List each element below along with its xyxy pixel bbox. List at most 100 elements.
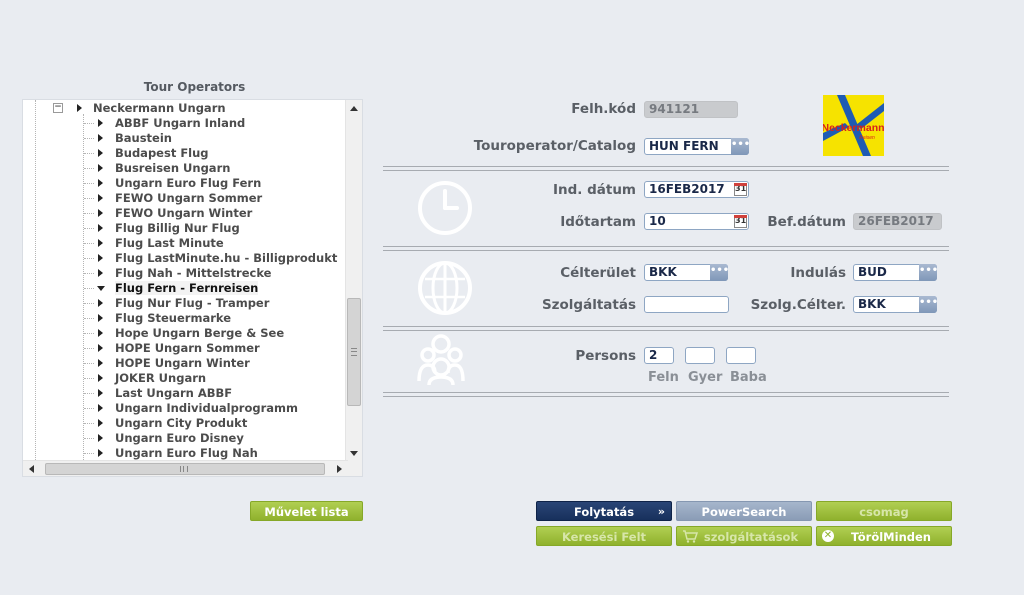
service-label: Szolgáltatás xyxy=(541,297,636,313)
tree-item-label: Flug Steuermarke xyxy=(115,311,232,325)
caret-right-icon[interactable] xyxy=(98,239,103,247)
tree-connector xyxy=(84,333,94,334)
caret-down-icon[interactable] xyxy=(97,286,105,291)
tree-connector xyxy=(84,258,94,259)
caret-right-icon[interactable] xyxy=(98,449,103,457)
touroperator-label: Touroperator/Catalog xyxy=(473,138,636,154)
user-code-field: 941121 xyxy=(644,101,738,118)
ellipsis-icon[interactable]: ••• xyxy=(731,138,750,155)
caret-right-icon[interactable] xyxy=(98,164,103,172)
tree-connector xyxy=(84,213,94,214)
caret-right-icon[interactable] xyxy=(98,194,103,202)
tree-item-label: Ungarn Individualprogramm xyxy=(115,401,299,415)
tree-item-label: Flug Billig Nur Flug xyxy=(115,221,240,235)
caret-right-icon[interactable] xyxy=(98,224,103,232)
duration-field[interactable]: 10 31 xyxy=(644,213,749,230)
tree-body[interactable]: − Neckermann Ungarn ABBF Ungarn Inland Ba… xyxy=(23,100,348,462)
tree-connector xyxy=(84,438,94,439)
service-input[interactable] xyxy=(644,296,729,313)
tree-title: Tour Operators xyxy=(143,80,246,94)
tree-connector xyxy=(84,168,94,169)
tree-connector xyxy=(84,288,94,289)
double-chevron-icon: » xyxy=(657,505,665,518)
horizontal-scroll-thumb[interactable] xyxy=(45,463,325,475)
powersearch-button[interactable]: PowerSearch xyxy=(676,501,812,521)
tree-guide-line xyxy=(35,100,36,462)
children-input[interactable] xyxy=(685,347,715,364)
adults-input[interactable]: 2 xyxy=(644,347,674,364)
tree-connector xyxy=(84,408,94,409)
caret-right-icon[interactable] xyxy=(98,149,103,157)
ellipsis-icon[interactable]: ••• xyxy=(710,264,729,281)
tour-operator-tree[interactable]: − Neckermann Ungarn ABBF Ungarn Inland Ba… xyxy=(22,99,363,477)
tree-item-label: Flug Fern - Fernreisen xyxy=(115,281,259,295)
start-date-label: Ind. dátum xyxy=(552,182,636,198)
people-icon xyxy=(417,334,465,386)
scroll-down-icon[interactable] xyxy=(350,451,358,456)
tree-connector xyxy=(84,378,94,379)
tree-connector xyxy=(84,348,94,349)
section-divider xyxy=(383,246,949,251)
caret-right-icon[interactable] xyxy=(98,329,103,337)
tree-item-label: Ungarn Euro Flug Nah xyxy=(115,446,258,460)
ellipsis-icon[interactable]: ••• xyxy=(919,264,938,281)
action-list-button[interactable]: Művelet lista xyxy=(250,501,363,521)
tree-item-label: Ungarn Euro Disney xyxy=(115,431,244,445)
destination-value: BKK xyxy=(649,265,677,279)
tree-connector xyxy=(84,423,94,424)
delete-all-button[interactable]: ✕ TörölMinden xyxy=(816,526,952,546)
destination-select[interactable]: BKK ••• xyxy=(644,264,729,281)
caret-right-icon[interactable] xyxy=(98,419,103,427)
tree-item-label: Budapest Flug xyxy=(115,146,209,160)
caret-right-icon[interactable] xyxy=(98,299,103,307)
tree-connector xyxy=(84,198,94,199)
caret-right-icon[interactable] xyxy=(98,209,103,217)
services-button[interactable]: szolgáltatások xyxy=(676,526,812,546)
continue-button[interactable]: Folytatás » xyxy=(536,501,672,521)
caret-right-icon[interactable] xyxy=(98,404,103,412)
caret-right-icon[interactable] xyxy=(98,269,103,277)
departure-select[interactable]: BUD ••• xyxy=(853,264,938,281)
caret-right-icon[interactable] xyxy=(98,119,103,127)
caret-right-icon[interactable] xyxy=(98,359,103,367)
tree-connector xyxy=(84,243,94,244)
calendar-icon[interactable]: 31 xyxy=(734,183,747,196)
service-destination-label: Szolg.Célter. xyxy=(750,297,846,313)
section-divider xyxy=(383,166,949,171)
touroperator-select[interactable]: HUN FERN ••• xyxy=(644,138,750,155)
infants-input[interactable] xyxy=(726,347,756,364)
continue-label: Folytatás xyxy=(573,505,635,519)
vertical-scroll-thumb[interactable] xyxy=(347,298,361,406)
tree-connector xyxy=(84,183,94,184)
scroll-up-icon[interactable] xyxy=(350,106,358,111)
horizontal-scrollbar[interactable] xyxy=(23,460,348,476)
start-date-field[interactable]: 16FEB2017 31 xyxy=(644,181,749,198)
caret-right-icon[interactable] xyxy=(98,179,103,187)
departure-label: Indulás xyxy=(790,265,846,281)
vertical-scrollbar[interactable] xyxy=(345,100,362,462)
caret-right-icon[interactable] xyxy=(98,374,103,382)
ellipsis-icon[interactable]: ••• xyxy=(919,296,938,313)
service-destination-select[interactable]: BKK ••• xyxy=(853,296,938,313)
tree-item-label: Flug Nur Flug - Tramper xyxy=(115,296,270,310)
departure-value: BUD xyxy=(858,265,887,279)
caret-right-icon[interactable] xyxy=(98,344,103,352)
search-conditions-button[interactable]: Keresési Felt xyxy=(536,526,672,546)
caret-right-icon[interactable] xyxy=(98,434,103,442)
calendar-icon[interactable]: 31 xyxy=(734,215,747,228)
caret-right-icon[interactable] xyxy=(98,254,103,262)
scroll-right-icon[interactable] xyxy=(337,465,342,473)
collapse-icon[interactable]: − xyxy=(53,103,63,113)
tree-connector xyxy=(84,153,94,154)
tree-item-label: Ungarn City Produkt xyxy=(115,416,248,430)
caret-right-icon[interactable] xyxy=(98,389,103,397)
service-destination-value: BKK xyxy=(858,297,886,311)
neckermann-logo: Neckermann Reisen xyxy=(823,95,884,156)
duration-value: 10 xyxy=(649,214,666,228)
package-button[interactable]: csomag xyxy=(816,501,952,521)
caret-right-icon[interactable] xyxy=(98,314,103,322)
cart-icon xyxy=(683,530,698,543)
scroll-left-icon[interactable] xyxy=(29,465,34,473)
tree-item-label: HOPE Ungarn Winter xyxy=(115,356,250,370)
caret-right-icon[interactable] xyxy=(98,134,103,142)
